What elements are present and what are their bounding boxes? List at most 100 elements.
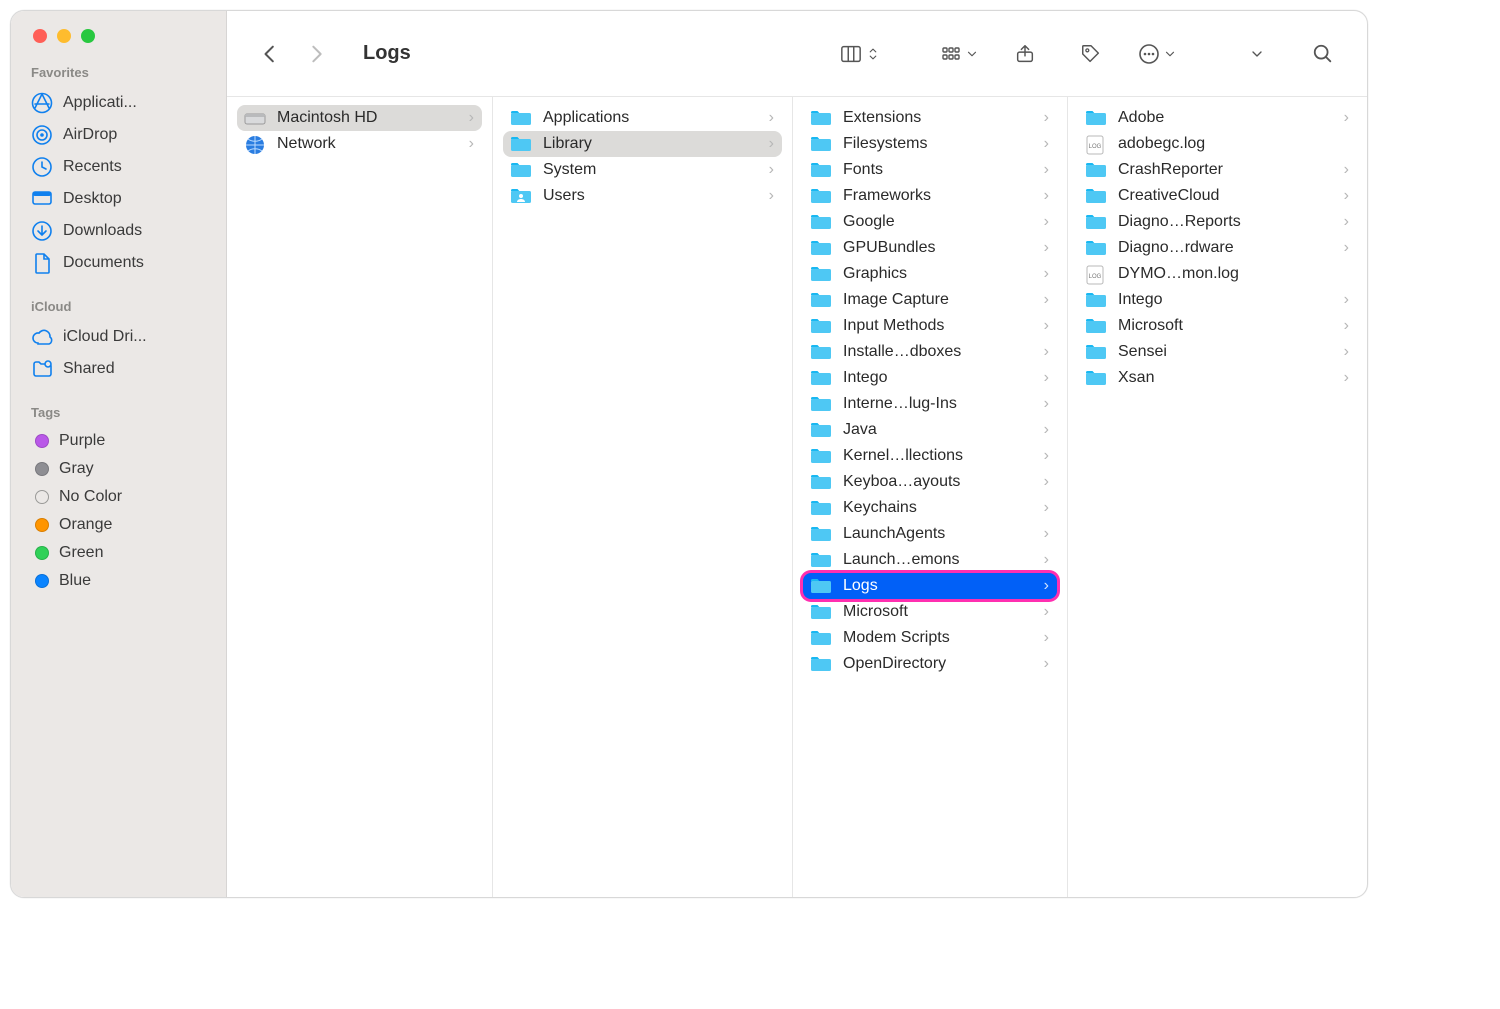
file-row[interactable]: Users› xyxy=(503,183,782,209)
sidebar-item-label: Applicati... xyxy=(63,94,137,112)
file-row[interactable]: Keychains› xyxy=(803,495,1057,521)
sidebar-item[interactable]: Applicati... xyxy=(11,87,226,119)
folder-icon xyxy=(1084,160,1108,180)
file-name: Interne…lug-Ins xyxy=(843,395,1034,413)
file-name: Installe…dboxes xyxy=(843,343,1034,361)
file-row[interactable]: Sensei› xyxy=(1078,339,1357,365)
shared-icon xyxy=(31,358,53,380)
chevron-right-icon: › xyxy=(1344,343,1349,361)
document-icon xyxy=(31,252,53,274)
chevron-right-icon: › xyxy=(1044,161,1049,179)
file-row[interactable]: Macintosh HD› xyxy=(237,105,482,131)
minimize-button[interactable] xyxy=(57,29,71,43)
sidebar-item-label: iCloud Dri... xyxy=(63,328,147,346)
file-row[interactable]: System› xyxy=(503,157,782,183)
chevron-right-icon: › xyxy=(1344,369,1349,387)
folder-icon xyxy=(809,342,833,362)
file-row[interactable]: Filesystems› xyxy=(803,131,1057,157)
file-row[interactable]: Fonts› xyxy=(803,157,1057,183)
sidebar-item[interactable]: Blue xyxy=(11,567,226,595)
file-row[interactable]: Image Capture› xyxy=(803,287,1057,313)
sidebar-item[interactable]: Documents xyxy=(11,247,226,279)
overflow-button[interactable] xyxy=(1239,36,1275,72)
file-row[interactable]: Xsan› xyxy=(1078,365,1357,391)
column-1[interactable]: Macintosh HD›Network› xyxy=(227,97,493,897)
sidebar-item[interactable]: Gray xyxy=(11,455,226,483)
chevron-right-icon: › xyxy=(1044,421,1049,439)
file-row[interactable]: Network› xyxy=(237,131,482,157)
file-name: Microsoft xyxy=(1118,317,1334,335)
file-row[interactable]: Adobe› xyxy=(1078,105,1357,131)
sidebar-item[interactable]: AirDrop xyxy=(11,119,226,151)
file-row[interactable]: Applications› xyxy=(503,105,782,131)
file-row[interactable]: Google› xyxy=(803,209,1057,235)
file-row[interactable]: Microsoft› xyxy=(803,599,1057,625)
back-button[interactable] xyxy=(253,36,289,72)
file-name: adobegc.log xyxy=(1118,135,1349,153)
group-by-button[interactable] xyxy=(941,36,977,72)
file-row[interactable]: OpenDirectory› xyxy=(803,651,1057,677)
sidebar-item[interactable]: Downloads xyxy=(11,215,226,247)
file-row[interactable]: LaunchAgents› xyxy=(803,521,1057,547)
folder-icon xyxy=(809,134,833,154)
file-row[interactable]: Graphics› xyxy=(803,261,1057,287)
file-row[interactable]: CreativeCloud› xyxy=(1078,183,1357,209)
file-row[interactable]: Launch…emons› xyxy=(803,547,1057,573)
file-row[interactable]: adobegc.log xyxy=(1078,131,1357,157)
file-row[interactable]: Intego› xyxy=(1078,287,1357,313)
file-row[interactable]: Keyboa…ayouts› xyxy=(803,469,1057,495)
file-row[interactable]: Installe…dboxes› xyxy=(803,339,1057,365)
file-row[interactable]: Kernel…llections› xyxy=(803,443,1057,469)
sidebar-item[interactable]: Shared xyxy=(11,353,226,385)
sidebar-item[interactable]: iCloud Dri... xyxy=(11,321,226,353)
sidebar-item[interactable]: Purple xyxy=(11,427,226,455)
file-row[interactable]: Logs› xyxy=(803,573,1057,599)
folder-icon xyxy=(809,316,833,336)
file-row[interactable]: Microsoft› xyxy=(1078,313,1357,339)
chevron-right-icon: › xyxy=(1044,473,1049,491)
file-name: Graphics xyxy=(843,265,1034,283)
column-4[interactable]: Adobe› adobegc.log CrashReporter›CreativeC… xyxy=(1068,97,1367,897)
sidebar-item[interactable]: Green xyxy=(11,539,226,567)
search-button[interactable] xyxy=(1305,36,1341,72)
file-row[interactable]: GPUBundles› xyxy=(803,235,1057,261)
folder-icon xyxy=(1084,368,1108,388)
appstore-icon xyxy=(31,92,53,114)
file-row[interactable]: Modem Scripts› xyxy=(803,625,1057,651)
file-row[interactable]: Intego› xyxy=(803,365,1057,391)
file-row[interactable]: Frameworks› xyxy=(803,183,1057,209)
share-button[interactable] xyxy=(1007,36,1043,72)
file-row[interactable]: DYMO…mon.log xyxy=(1078,261,1357,287)
forward-button[interactable] xyxy=(299,36,335,72)
file-row[interactable]: Input Methods› xyxy=(803,313,1057,339)
folder-icon xyxy=(809,628,833,648)
chevron-right-icon: › xyxy=(1344,161,1349,179)
file-name: Network xyxy=(277,135,459,153)
file-row[interactable]: Java› xyxy=(803,417,1057,443)
folder-icon xyxy=(809,186,833,206)
folder-icon xyxy=(1084,212,1108,232)
sidebar-item[interactable]: Desktop xyxy=(11,183,226,215)
sidebar-item[interactable]: Recents xyxy=(11,151,226,183)
column-3[interactable]: Extensions›Filesystems›Fonts›Frameworks›… xyxy=(793,97,1068,897)
folder-icon xyxy=(809,368,833,388)
file-row[interactable]: Library› xyxy=(503,131,782,157)
file-row[interactable]: Interne…lug-Ins› xyxy=(803,391,1057,417)
action-menu-button[interactable] xyxy=(1139,36,1175,72)
file-row[interactable]: Diagno…Reports› xyxy=(1078,209,1357,235)
sidebar-item[interactable]: Orange xyxy=(11,511,226,539)
file-name: Macintosh HD xyxy=(277,109,459,127)
recents-icon xyxy=(31,156,53,178)
chevron-right-icon: › xyxy=(1044,317,1049,335)
sidebar-item[interactable]: No Color xyxy=(11,483,226,511)
file-row[interactable]: Extensions› xyxy=(803,105,1057,131)
view-columns-button[interactable] xyxy=(841,36,877,72)
fullscreen-button[interactable] xyxy=(81,29,95,43)
updown-icon xyxy=(866,45,880,63)
tags-button[interactable] xyxy=(1073,36,1109,72)
folder-icon xyxy=(809,420,833,440)
file-row[interactable]: CrashReporter› xyxy=(1078,157,1357,183)
file-row[interactable]: Diagno…rdware› xyxy=(1078,235,1357,261)
column-2[interactable]: Applications›Library›System›Users› xyxy=(493,97,793,897)
close-button[interactable] xyxy=(33,29,47,43)
